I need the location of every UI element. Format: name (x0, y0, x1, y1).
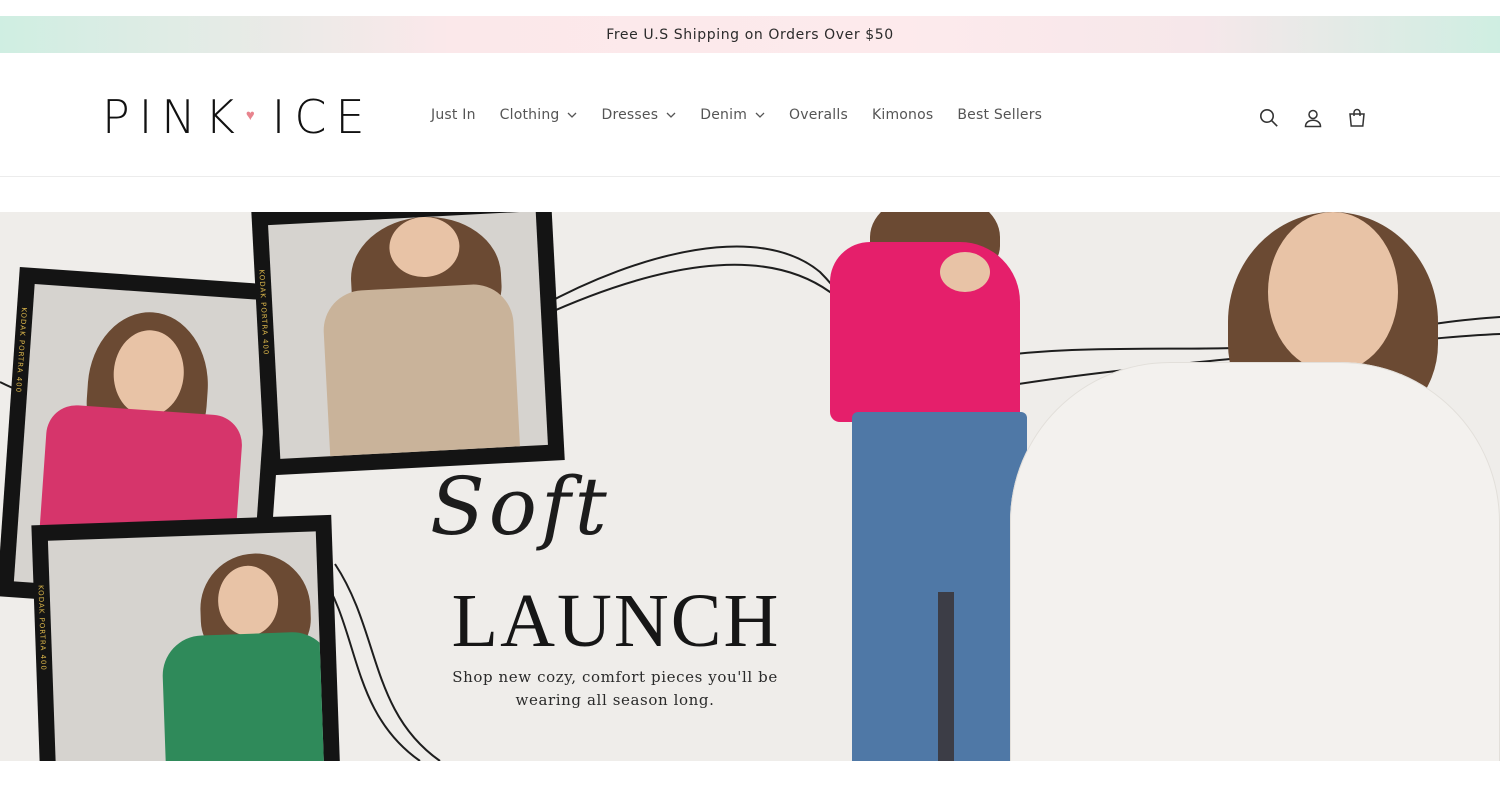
announcement-bar: Free U.S Shipping on Orders Over $50 (0, 16, 1500, 53)
nav-item-label: Dresses (601, 107, 659, 123)
brand-logo[interactable]: PINK ♥ ICE (102, 90, 374, 144)
hero-subtitle: Shop new cozy, comfort pieces you'll be … (440, 666, 790, 712)
brand-name-left: PINK (102, 90, 244, 144)
nav-item-label: Kimonos (871, 107, 934, 123)
main-nav: Just In Clothing Dresses Denim Overalls … (431, 107, 1066, 123)
nav-item-overalls[interactable]: Overalls (789, 107, 848, 123)
announcement-text: Free U.S Shipping on Orders Over $50 (606, 26, 894, 43)
heart-icon: ♥ (245, 106, 264, 124)
tan-vest (321, 282, 521, 459)
nav-item-label: Just In (431, 107, 476, 123)
photo-frame-tan-vest[interactable]: KODAK PORTRA 400 (251, 212, 565, 476)
chevron-down-icon (666, 112, 676, 118)
chevron-down-icon (755, 112, 765, 118)
account-icon[interactable] (1302, 107, 1324, 129)
model-photo (47, 531, 325, 761)
model-pink-sweater (830, 212, 1030, 761)
film-label: KODAK PORTRA 400 (36, 584, 48, 672)
photo-frame-green-vest[interactable]: KODAK PORTRA 400 (31, 514, 341, 761)
film-label: KODAK PORTRA 400 (257, 269, 270, 356)
pink-sweater (830, 242, 1020, 422)
header-icons (1258, 107, 1368, 129)
site-header: PINK ♥ ICE Just In Clothing Dresses Deni… (0, 53, 1500, 177)
model-hand (940, 252, 990, 292)
nav-item-clothing[interactable]: Clothing (500, 107, 578, 123)
green-vest (161, 630, 325, 761)
nav-item-best-sellers[interactable]: Best Sellers (957, 107, 1042, 123)
model-face (1268, 212, 1398, 372)
chevron-down-icon (568, 112, 577, 118)
model-photo (268, 212, 548, 459)
nav-item-dresses[interactable]: Dresses (601, 107, 676, 123)
nav-item-denim[interactable]: Denim (700, 107, 765, 123)
model-white-sweater (1010, 212, 1500, 761)
hero-subtitle-line2: wearing all season long. (515, 691, 715, 709)
nav-item-label: Best Sellers (957, 107, 1043, 123)
hero-script-word: Soft (430, 460, 611, 553)
brand-name-right: ICE (271, 90, 374, 144)
nav-item-label: Overalls (789, 107, 848, 123)
nav-item-kimonos[interactable]: Kimonos (872, 107, 933, 123)
cart-icon[interactable] (1346, 107, 1368, 129)
white-sweater (1010, 362, 1500, 761)
hero-subtitle-line1: Shop new cozy, comfort pieces you'll be (452, 668, 778, 686)
search-icon[interactable] (1258, 107, 1280, 129)
nav-item-just-in[interactable]: Just In (431, 107, 476, 123)
nav-item-label: Clothing (499, 107, 560, 123)
nav-item-label: Denim (700, 107, 748, 123)
film-label: KODAK PORTRA 400 (14, 307, 29, 394)
hero-title: LAUNCH (451, 579, 781, 663)
skirt-slit (938, 592, 954, 761)
